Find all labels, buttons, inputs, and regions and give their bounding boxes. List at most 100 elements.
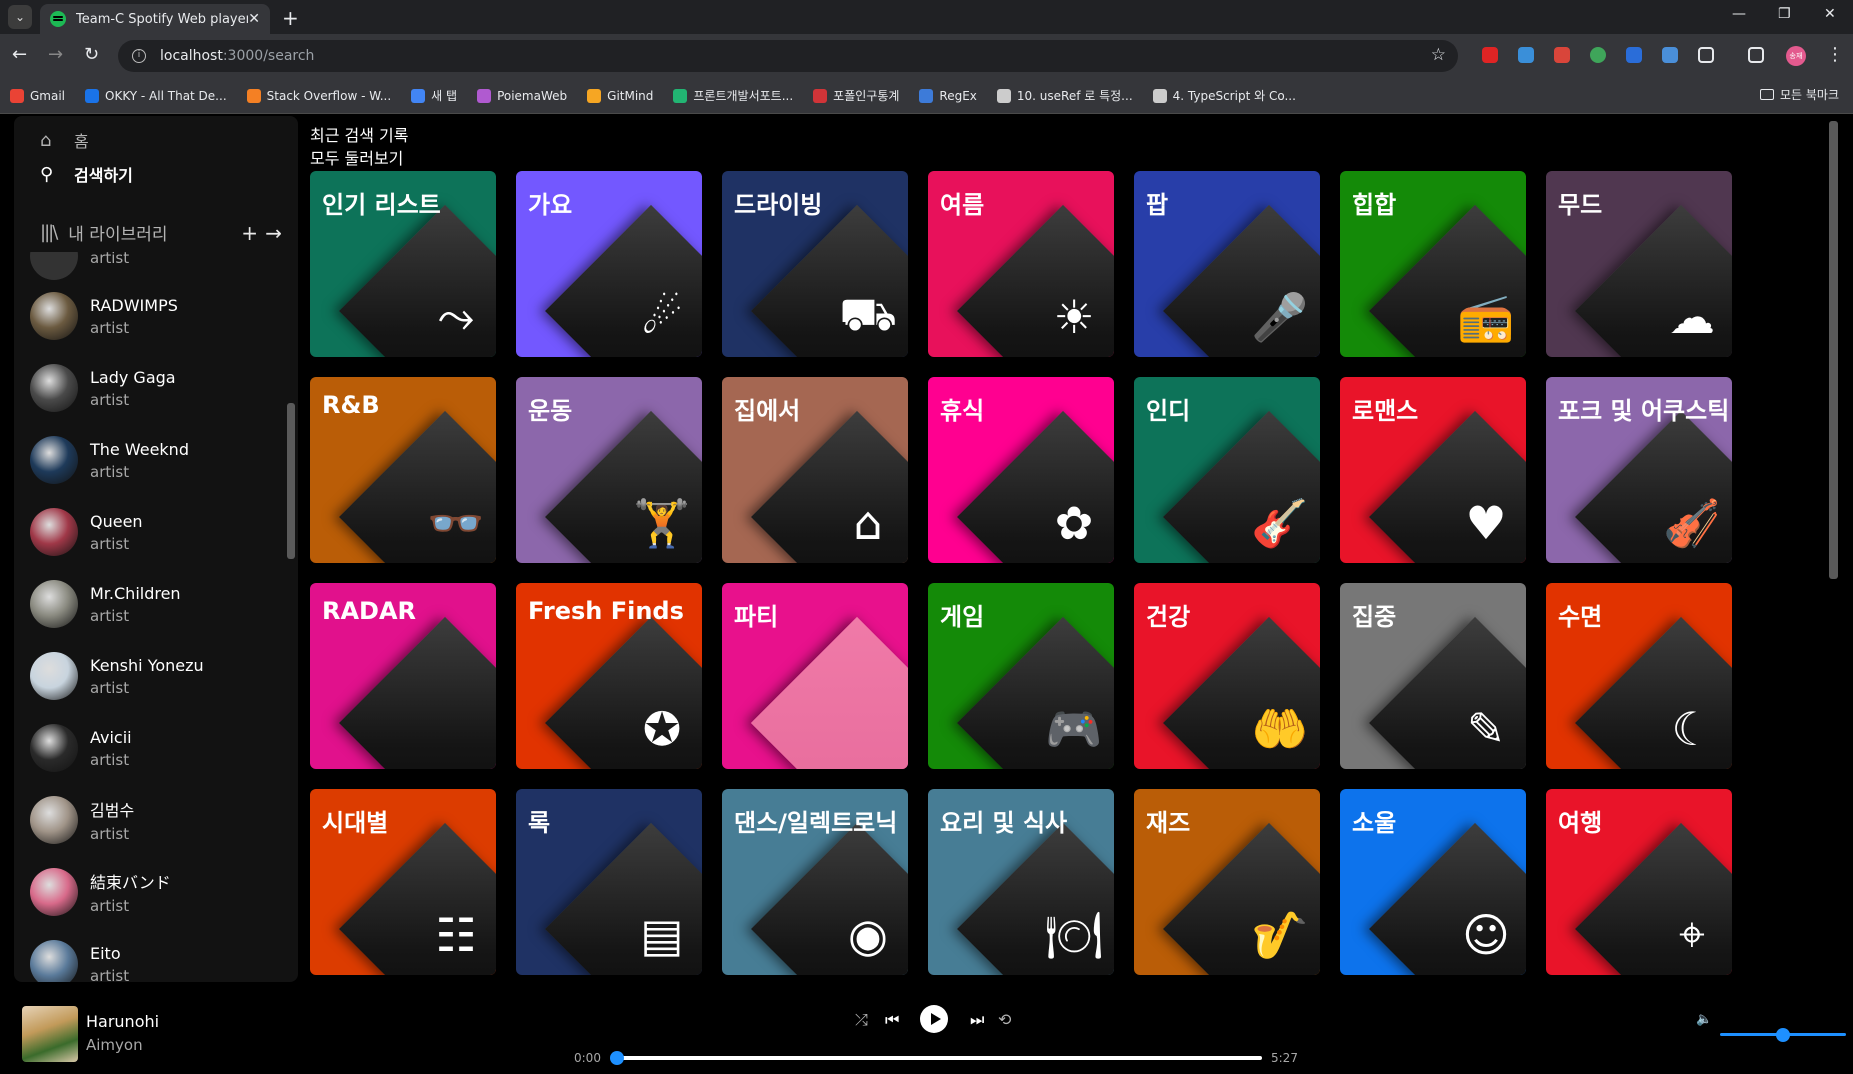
extension-icon[interactable] bbox=[1662, 47, 1678, 63]
extensions-puzzle-icon[interactable] bbox=[1698, 47, 1714, 63]
browser-menu-icon[interactable]: ⋮ bbox=[1826, 44, 1844, 65]
category-card[interactable]: 파티 bbox=[722, 583, 908, 769]
category-card[interactable]: 휴식 ✿ bbox=[928, 377, 1114, 563]
category-card[interactable]: 집중 ✎ bbox=[1340, 583, 1526, 769]
bookmark-star-icon[interactable]: ☆ bbox=[1431, 45, 1446, 65]
list-item[interactable]: artist bbox=[30, 252, 270, 284]
main-scrollbar[interactable] bbox=[1829, 121, 1838, 579]
address-bar[interactable]: i localhost:3000/search ☆ bbox=[118, 40, 1458, 72]
extension-icon[interactable] bbox=[1518, 47, 1534, 63]
artist-name: Eito bbox=[90, 943, 121, 963]
category-card[interactable]: 집에서 ⌂ bbox=[722, 377, 908, 563]
volume-knob[interactable] bbox=[1776, 1028, 1790, 1042]
recent-search-link[interactable]: 최근 검색 기록 bbox=[310, 124, 409, 147]
now-playing-artist[interactable]: Aimyon bbox=[86, 1036, 143, 1054]
progress-bar[interactable] bbox=[616, 1056, 1262, 1060]
library-list[interactable]: artist RADWIMPS artist Lady Gaga artist The … bbox=[14, 252, 284, 982]
avatar bbox=[30, 796, 78, 844]
list-item[interactable]: Queen artist bbox=[30, 504, 270, 560]
list-item[interactable]: Mr.Children artist bbox=[30, 576, 270, 632]
category-card[interactable]: 여름 ☀ bbox=[928, 171, 1114, 357]
progress-knob[interactable] bbox=[610, 1051, 624, 1065]
category-card[interactable]: 록 ▤ bbox=[516, 789, 702, 975]
now-playing-cover[interactable] bbox=[22, 1006, 78, 1062]
bookmark-item[interactable]: Gmail bbox=[10, 88, 65, 103]
minimize-button[interactable]: — bbox=[1732, 6, 1746, 22]
list-item[interactable]: Eito artist bbox=[30, 936, 270, 982]
category-card[interactable]: 여행 ⌖ bbox=[1546, 789, 1732, 975]
bookmark-item[interactable]: 4. TypeScript 와 Co... bbox=[1152, 87, 1296, 104]
nav-search[interactable]: ⚲ 검색하기 bbox=[40, 162, 133, 186]
profile-avatar[interactable]: 송재 bbox=[1786, 46, 1806, 66]
volume-track[interactable] bbox=[1782, 1033, 1846, 1036]
volume-icon[interactable]: 🔈 bbox=[1696, 1012, 1712, 1027]
side-panel-icon[interactable] bbox=[1748, 47, 1764, 63]
reload-button[interactable]: ↻ bbox=[84, 44, 99, 65]
list-item[interactable]: 김범수 artist bbox=[30, 792, 270, 848]
category-card[interactable]: 소울 ☺ bbox=[1340, 789, 1526, 975]
now-playing-title[interactable]: Harunohi bbox=[86, 1012, 159, 1031]
category-card[interactable]: Fresh Finds ✪ bbox=[516, 583, 702, 769]
category-card[interactable]: 인기 리스트 ⤳ bbox=[310, 171, 496, 357]
extension-icon[interactable] bbox=[1554, 47, 1570, 63]
previous-icon[interactable]: ⏮ bbox=[885, 1010, 899, 1030]
category-card[interactable]: 요리 및 식사 🍽 bbox=[928, 789, 1114, 975]
extension-icon[interactable] bbox=[1590, 47, 1606, 63]
category-card[interactable]: 인디 🎸 bbox=[1134, 377, 1320, 563]
sidebar-scrollbar[interactable] bbox=[287, 403, 295, 559]
category-card[interactable]: 팝 🎤 bbox=[1134, 171, 1320, 357]
shuffle-icon[interactable]: ⤮ bbox=[855, 1010, 868, 1030]
close-window-button[interactable]: ✕ bbox=[1824, 6, 1836, 22]
tab-close-icon[interactable]: ✕ bbox=[248, 11, 260, 27]
category-card[interactable]: 시대별 ☷ bbox=[310, 789, 496, 975]
list-item[interactable]: Lady Gaga artist bbox=[30, 360, 270, 416]
all-bookmarks-button[interactable]: 모든 북마크 bbox=[1759, 86, 1839, 103]
list-item[interactable]: The Weeknd artist bbox=[30, 432, 270, 488]
site-info-icon[interactable]: i bbox=[132, 49, 146, 63]
bookmark-item[interactable]: 포폴인구통계 bbox=[813, 87, 899, 104]
extension-icon[interactable] bbox=[1626, 47, 1642, 63]
bookmark-item[interactable]: Stack Overflow - W... bbox=[246, 88, 391, 103]
bookmark-item[interactable]: RegEx bbox=[919, 88, 977, 103]
bookmark-item[interactable]: 새 탭 bbox=[411, 87, 457, 104]
category-card[interactable]: 댄스/일렉트로닉 ◉ bbox=[722, 789, 908, 975]
bookmark-item[interactable]: 10. useRef 로 특정... bbox=[996, 87, 1133, 104]
category-card[interactable]: 무드 ☁ bbox=[1546, 171, 1732, 357]
list-item[interactable]: Avicii artist bbox=[30, 720, 270, 776]
repeat-icon[interactable]: ⟲ bbox=[998, 1010, 1011, 1029]
forward-button[interactable]: → bbox=[48, 44, 63, 65]
category-card[interactable]: 운동 🏋 bbox=[516, 377, 702, 563]
category-card[interactable]: R&B 👓 bbox=[310, 377, 496, 563]
library-header[interactable]: |||\ 내 라이브러리 + → bbox=[40, 220, 290, 246]
category-card[interactable]: 수면 ☾ bbox=[1546, 583, 1732, 769]
restore-button[interactable]: ❐ bbox=[1778, 6, 1791, 22]
category-card[interactable]: 게임 🎮 bbox=[928, 583, 1114, 769]
category-card[interactable]: 재즈 🎷 bbox=[1134, 789, 1320, 975]
category-card[interactable]: 로맨스 ♥ bbox=[1340, 377, 1526, 563]
browser-tab[interactable]: Team-C Spotify Web player ✕ bbox=[40, 4, 270, 34]
bookmark-item[interactable]: PoiemaWeb bbox=[477, 88, 567, 103]
extension-icon[interactable] bbox=[1482, 47, 1498, 63]
artist-type: artist bbox=[90, 606, 130, 625]
avatar bbox=[30, 868, 78, 916]
bookmark-item[interactable]: OKKY - All That De... bbox=[85, 88, 227, 103]
category-card[interactable]: 건강 🤲 bbox=[1134, 583, 1320, 769]
category-card[interactable]: 힙합 📻 bbox=[1340, 171, 1526, 357]
category-card[interactable]: RADAR bbox=[310, 583, 496, 769]
category-card[interactable]: 가요 ☄ bbox=[516, 171, 702, 357]
nav-home[interactable]: ⌂ 홈 bbox=[40, 128, 89, 152]
next-icon[interactable]: ⏭ bbox=[970, 1010, 984, 1030]
category-card[interactable]: 포크 및 어쿠스틱 🎻 bbox=[1546, 377, 1732, 563]
back-button[interactable]: ← bbox=[12, 44, 27, 65]
bookmark-item[interactable]: GitMind bbox=[587, 88, 653, 103]
bookmark-item[interactable]: 프론트개발서포트... bbox=[673, 87, 793, 104]
list-item[interactable]: RADWIMPS artist bbox=[30, 288, 270, 344]
new-tab-button[interactable]: + bbox=[282, 6, 299, 30]
category-card[interactable]: 드라이빙 ⛟ bbox=[722, 171, 908, 357]
play-button[interactable] bbox=[920, 1005, 948, 1033]
expand-library-icon[interactable]: → bbox=[265, 221, 282, 245]
list-item[interactable]: 結束バンド artist bbox=[30, 864, 270, 920]
tab-search-button[interactable]: ⌄ bbox=[8, 5, 32, 29]
create-playlist-icon[interactable]: + bbox=[241, 221, 258, 245]
list-item[interactable]: Kenshi Yonezu artist bbox=[30, 648, 270, 704]
